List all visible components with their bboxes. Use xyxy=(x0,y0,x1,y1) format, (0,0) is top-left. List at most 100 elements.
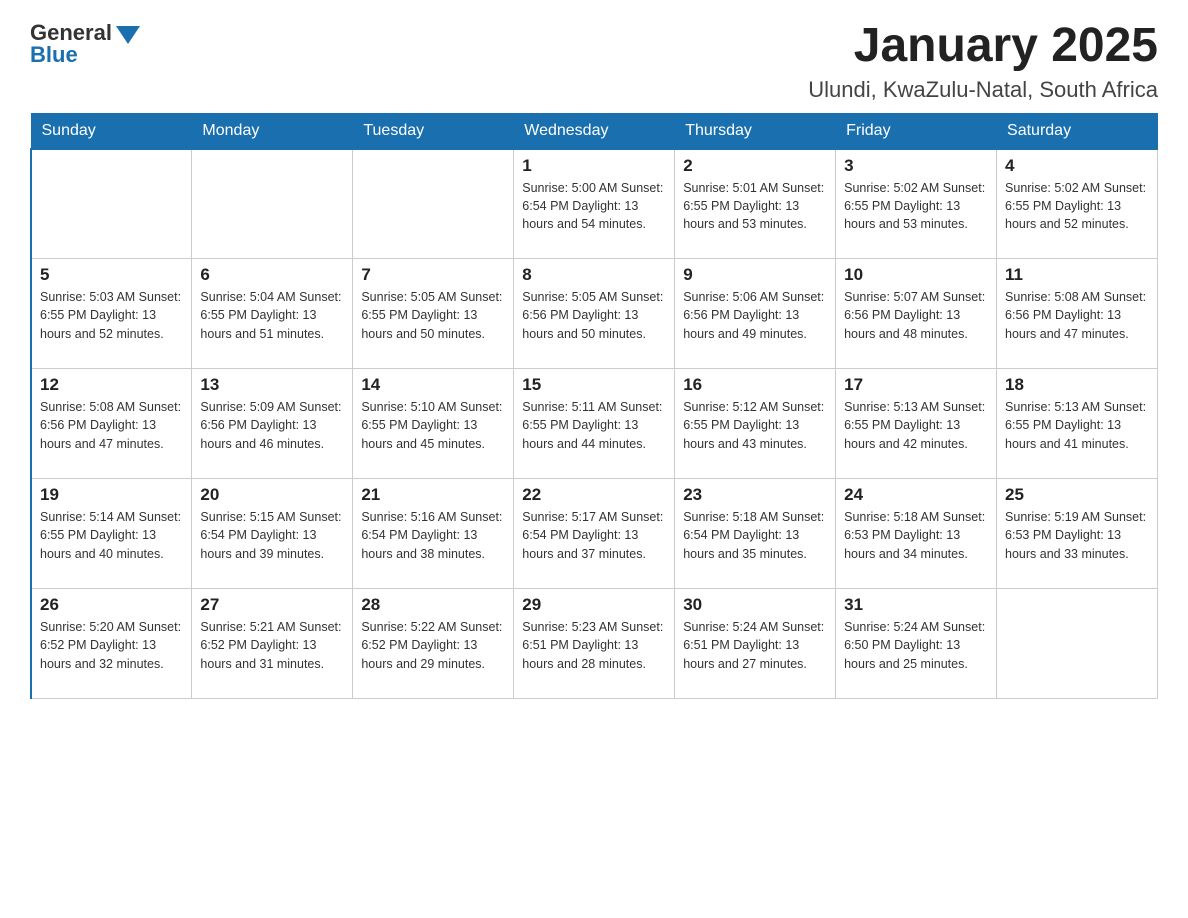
day-info: Sunrise: 5:23 AM Sunset: 6:51 PM Dayligh… xyxy=(522,618,666,672)
calendar-cell: 14 Sunrise: 5:10 AM Sunset: 6:55 PM Dayli… xyxy=(353,369,514,479)
calendar-cell: 20 Sunrise: 5:15 AM Sunset: 6:54 PM Dayli… xyxy=(192,479,353,589)
calendar-cell: 16 Sunrise: 5:12 AM Sunset: 6:55 PM Dayli… xyxy=(675,369,836,479)
header-tuesday: Tuesday xyxy=(353,113,514,149)
day-info: Sunrise: 5:24 AM Sunset: 6:50 PM Dayligh… xyxy=(844,618,988,672)
day-info: Sunrise: 5:07 AM Sunset: 6:56 PM Dayligh… xyxy=(844,288,988,342)
calendar-cell: 12 Sunrise: 5:08 AM Sunset: 6:56 PM Dayli… xyxy=(31,369,192,479)
day-info: Sunrise: 5:09 AM Sunset: 6:56 PM Dayligh… xyxy=(200,398,344,452)
calendar-cell: 15 Sunrise: 5:11 AM Sunset: 6:55 PM Dayli… xyxy=(514,369,675,479)
logo-blue: Blue xyxy=(30,42,78,68)
header-monday: Monday xyxy=(192,113,353,149)
calendar-cell: 17Sunrise: 5:13 AM Sunset: 6:55 PM Dayli… xyxy=(836,369,997,479)
calendar-cell: 13 Sunrise: 5:09 AM Sunset: 6:56 PM Dayli… xyxy=(192,369,353,479)
day-info: Sunrise: 5:01 AM Sunset: 6:55 PM Dayligh… xyxy=(683,179,827,233)
calendar-cell: 28Sunrise: 5:22 AM Sunset: 6:52 PM Dayli… xyxy=(353,589,514,699)
header-sunday: Sunday xyxy=(31,113,192,149)
header-saturday: Saturday xyxy=(997,113,1158,149)
calendar-header-row: SundayMondayTuesdayWednesdayThursdayFrid… xyxy=(31,113,1158,149)
calendar-cell: 7 Sunrise: 5:05 AM Sunset: 6:55 PM Daylig… xyxy=(353,259,514,369)
month-title: January 2025 xyxy=(808,20,1158,73)
day-number: 2 xyxy=(683,156,827,176)
day-info: Sunrise: 5:21 AM Sunset: 6:52 PM Dayligh… xyxy=(200,618,344,672)
day-number: 8 xyxy=(522,265,666,285)
day-info: Sunrise: 5:20 AM Sunset: 6:52 PM Dayligh… xyxy=(40,618,183,672)
day-number: 31 xyxy=(844,595,988,615)
calendar-cell: 4 Sunrise: 5:02 AM Sunset: 6:55 PM Daylig… xyxy=(997,149,1158,259)
day-info: Sunrise: 5:10 AM Sunset: 6:55 PM Dayligh… xyxy=(361,398,505,452)
calendar-cell: 26 Sunrise: 5:20 AM Sunset: 6:52 PM Dayli… xyxy=(31,589,192,699)
calendar-table: SundayMondayTuesdayWednesdayThursdayFrid… xyxy=(30,113,1158,700)
day-info: Sunrise: 5:03 AM Sunset: 6:55 PM Dayligh… xyxy=(40,288,183,342)
day-info: Sunrise: 5:02 AM Sunset: 6:55 PM Dayligh… xyxy=(844,179,988,233)
calendar-cell xyxy=(31,149,192,259)
day-number: 11 xyxy=(1005,265,1149,285)
calendar-cell xyxy=(353,149,514,259)
day-number: 16 xyxy=(683,375,827,395)
day-info: Sunrise: 5:02 AM Sunset: 6:55 PM Dayligh… xyxy=(1005,179,1149,233)
calendar-cell: 10Sunrise: 5:07 AM Sunset: 6:56 PM Dayli… xyxy=(836,259,997,369)
day-info: Sunrise: 5:16 AM Sunset: 6:54 PM Dayligh… xyxy=(361,508,505,562)
day-number: 29 xyxy=(522,595,666,615)
calendar-cell xyxy=(997,589,1158,699)
day-info: Sunrise: 5:00 AM Sunset: 6:54 PM Dayligh… xyxy=(522,179,666,233)
day-number: 4 xyxy=(1005,156,1149,176)
day-info: Sunrise: 5:12 AM Sunset: 6:55 PM Dayligh… xyxy=(683,398,827,452)
calendar-cell: 24Sunrise: 5:18 AM Sunset: 6:53 PM Dayli… xyxy=(836,479,997,589)
calendar-cell: 3 Sunrise: 5:02 AM Sunset: 6:55 PM Daylig… xyxy=(836,149,997,259)
logo-triangle-icon xyxy=(116,26,140,44)
calendar-cell: 11 Sunrise: 5:08 AM Sunset: 6:56 PM Dayli… xyxy=(997,259,1158,369)
day-info: Sunrise: 5:14 AM Sunset: 6:55 PM Dayligh… xyxy=(40,508,183,562)
day-info: Sunrise: 5:05 AM Sunset: 6:56 PM Dayligh… xyxy=(522,288,666,342)
day-number: 22 xyxy=(522,485,666,505)
day-number: 5 xyxy=(40,265,183,285)
page-header: General Blue January 2025 Ulundi, KwaZul… xyxy=(30,20,1158,103)
calendar-cell: 2 Sunrise: 5:01 AM Sunset: 6:55 PM Daylig… xyxy=(675,149,836,259)
calendar-cell: 23 Sunrise: 5:18 AM Sunset: 6:54 PM Dayli… xyxy=(675,479,836,589)
calendar-cell: 6 Sunrise: 5:04 AM Sunset: 6:55 PM Daylig… xyxy=(192,259,353,369)
calendar-cell: 30Sunrise: 5:24 AM Sunset: 6:51 PM Dayli… xyxy=(675,589,836,699)
calendar-cell: 9Sunrise: 5:06 AM Sunset: 6:56 PM Daylig… xyxy=(675,259,836,369)
day-number: 7 xyxy=(361,265,505,285)
day-info: Sunrise: 5:04 AM Sunset: 6:55 PM Dayligh… xyxy=(200,288,344,342)
day-info: Sunrise: 5:18 AM Sunset: 6:54 PM Dayligh… xyxy=(683,508,827,562)
day-info: Sunrise: 5:18 AM Sunset: 6:53 PM Dayligh… xyxy=(844,508,988,562)
day-number: 27 xyxy=(200,595,344,615)
day-number: 23 xyxy=(683,485,827,505)
day-info: Sunrise: 5:11 AM Sunset: 6:55 PM Dayligh… xyxy=(522,398,666,452)
day-info: Sunrise: 5:13 AM Sunset: 6:55 PM Dayligh… xyxy=(1005,398,1149,452)
calendar-cell: 21 Sunrise: 5:16 AM Sunset: 6:54 PM Dayli… xyxy=(353,479,514,589)
week-row-3: 12 Sunrise: 5:08 AM Sunset: 6:56 PM Dayli… xyxy=(31,369,1158,479)
day-number: 19 xyxy=(40,485,183,505)
day-number: 6 xyxy=(200,265,344,285)
day-info: Sunrise: 5:06 AM Sunset: 6:56 PM Dayligh… xyxy=(683,288,827,342)
day-number: 26 xyxy=(40,595,183,615)
day-number: 14 xyxy=(361,375,505,395)
day-number: 21 xyxy=(361,485,505,505)
logo: General Blue xyxy=(30,20,140,68)
calendar-cell xyxy=(192,149,353,259)
day-number: 17 xyxy=(844,375,988,395)
day-number: 3 xyxy=(844,156,988,176)
calendar-cell: 27 Sunrise: 5:21 AM Sunset: 6:52 PM Dayli… xyxy=(192,589,353,699)
day-info: Sunrise: 5:08 AM Sunset: 6:56 PM Dayligh… xyxy=(40,398,183,452)
week-row-5: 26 Sunrise: 5:20 AM Sunset: 6:52 PM Dayli… xyxy=(31,589,1158,699)
week-row-2: 5 Sunrise: 5:03 AM Sunset: 6:55 PM Daylig… xyxy=(31,259,1158,369)
day-number: 13 xyxy=(200,375,344,395)
day-number: 12 xyxy=(40,375,183,395)
day-info: Sunrise: 5:15 AM Sunset: 6:54 PM Dayligh… xyxy=(200,508,344,562)
location-title: Ulundi, KwaZulu-Natal, South Africa xyxy=(808,77,1158,103)
week-row-4: 19 Sunrise: 5:14 AM Sunset: 6:55 PM Dayli… xyxy=(31,479,1158,589)
calendar-cell: 18 Sunrise: 5:13 AM Sunset: 6:55 PM Dayli… xyxy=(997,369,1158,479)
day-number: 18 xyxy=(1005,375,1149,395)
calendar-cell: 5 Sunrise: 5:03 AM Sunset: 6:55 PM Daylig… xyxy=(31,259,192,369)
day-info: Sunrise: 5:05 AM Sunset: 6:55 PM Dayligh… xyxy=(361,288,505,342)
day-number: 20 xyxy=(200,485,344,505)
day-number: 28 xyxy=(361,595,505,615)
day-info: Sunrise: 5:19 AM Sunset: 6:53 PM Dayligh… xyxy=(1005,508,1149,562)
calendar-cell: 8 Sunrise: 5:05 AM Sunset: 6:56 PM Daylig… xyxy=(514,259,675,369)
header-wednesday: Wednesday xyxy=(514,113,675,149)
day-number: 15 xyxy=(522,375,666,395)
calendar-cell: 31 Sunrise: 5:24 AM Sunset: 6:50 PM Dayli… xyxy=(836,589,997,699)
title-block: January 2025 Ulundi, KwaZulu-Natal, Sout… xyxy=(808,20,1158,103)
day-info: Sunrise: 5:08 AM Sunset: 6:56 PM Dayligh… xyxy=(1005,288,1149,342)
